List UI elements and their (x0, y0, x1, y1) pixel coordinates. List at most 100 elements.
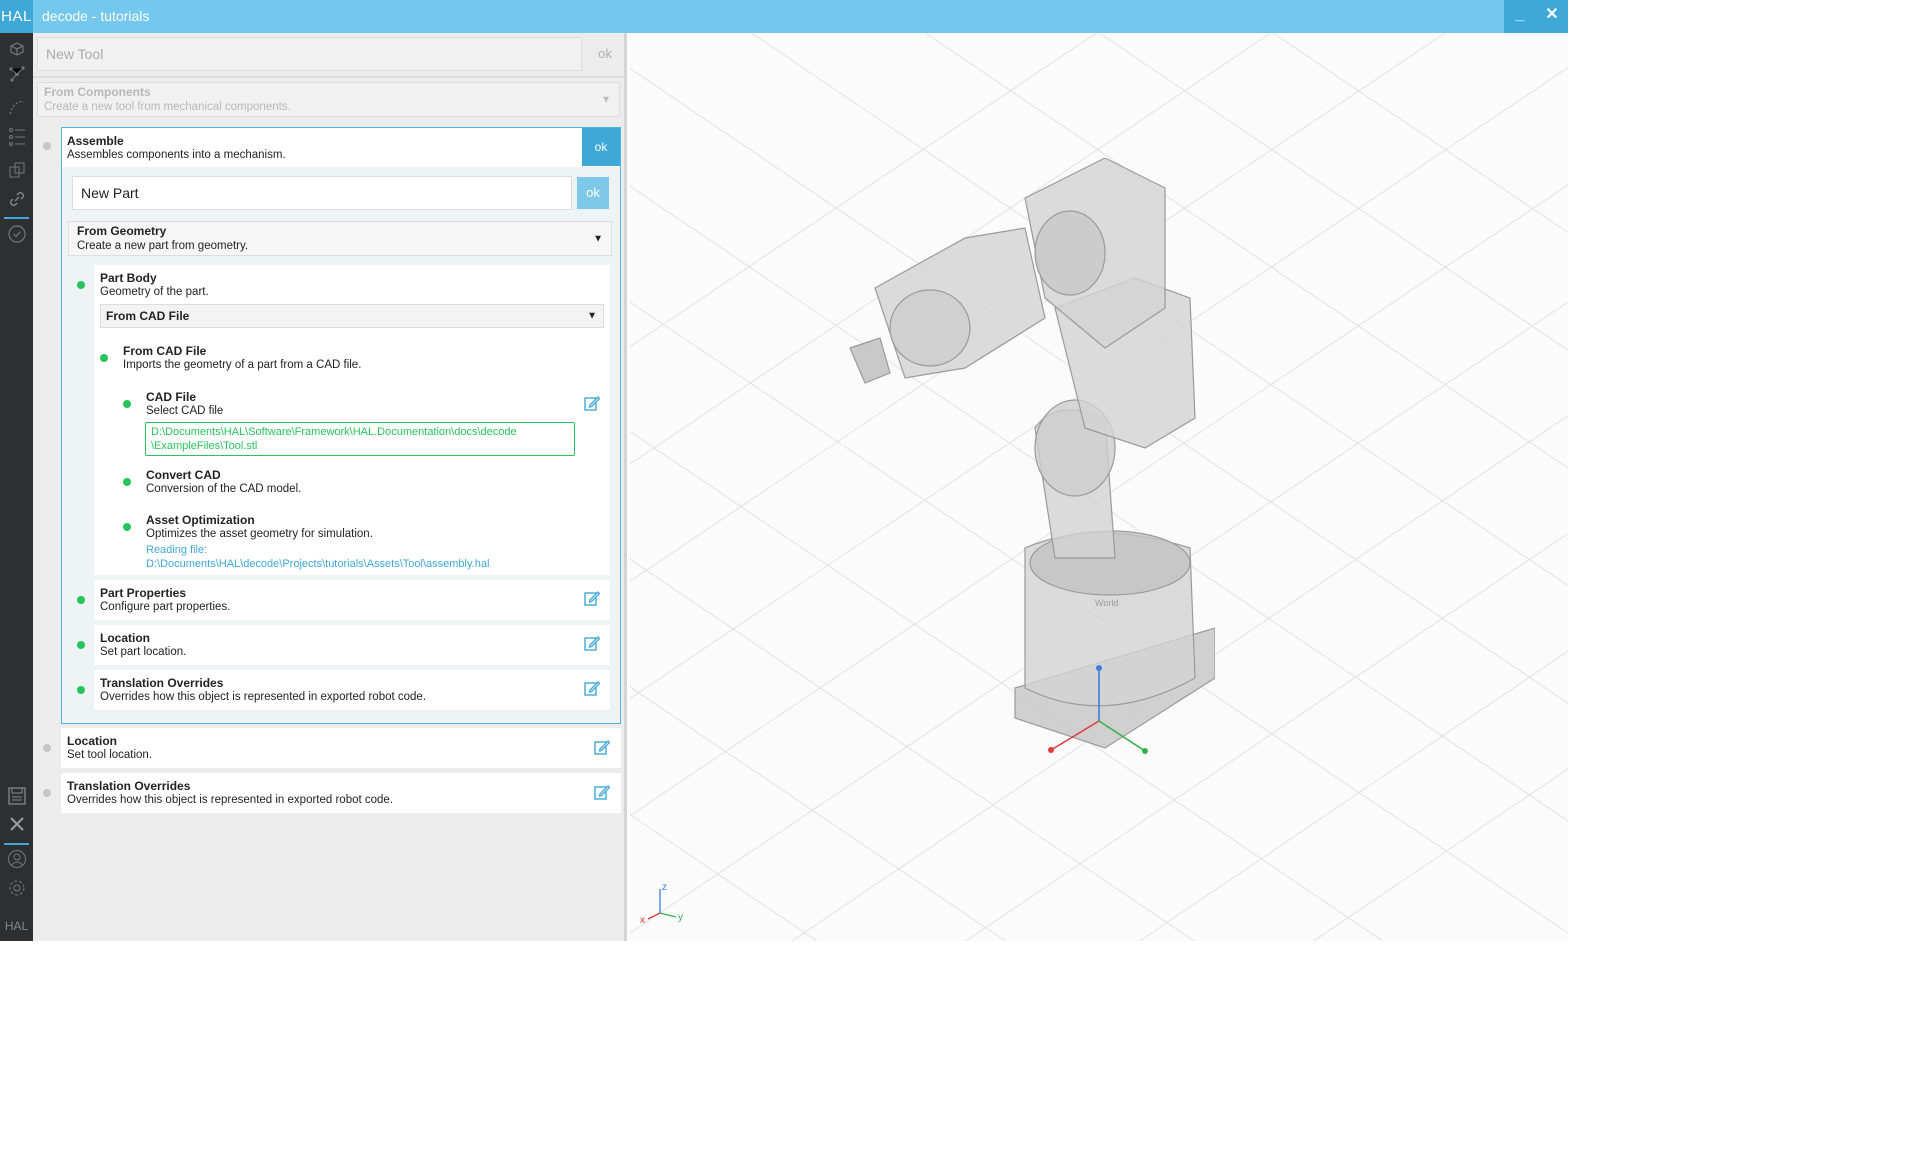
asset-optimization-status-dot (123, 523, 131, 531)
link-icon[interactable] (4, 190, 29, 214)
left-rail: HAL (0, 33, 33, 941)
hal-logo: HAL (0, 0, 33, 33)
robot-model: World (849, 158, 1215, 754)
asset-optimization-status-line2: D:\Documents\HAL\decode\Projects\tutoria… (146, 558, 490, 570)
edit-icon[interactable] (584, 590, 601, 606)
part-ok-button[interactable]: ok (577, 177, 609, 209)
edit-icon[interactable] (584, 680, 601, 696)
minimize-button[interactable]: _ (1504, 0, 1536, 33)
asset-optimization-status: Reading file: D:\Documents\HAL\decode\Pr… (146, 543, 489, 571)
part-body-description: Geometry of the part. (100, 286, 209, 298)
cad-import-status-dot (100, 354, 108, 362)
assemble-ok-button[interactable]: ok (582, 128, 620, 166)
edit-icon[interactable] (594, 784, 611, 800)
settings-icon[interactable] (4, 878, 29, 902)
part-overrides-description: Overrides how this object is represented… (100, 691, 427, 703)
components-icon[interactable] (4, 161, 29, 185)
chevron-down-icon: ▼ (593, 233, 603, 244)
cad-import-item: From CAD File Imports the geometry of a … (117, 338, 610, 378)
tool-overrides-description: Overrides how this object is represented… (67, 794, 394, 806)
edit-icon[interactable] (584, 635, 601, 651)
panel-divider (33, 76, 627, 78)
tool-overrides-status-dot (43, 789, 51, 797)
part-name-input[interactable]: New Part (72, 176, 572, 210)
edit-icon[interactable] (594, 739, 611, 755)
window-title: decode - tutorials (42, 8, 150, 24)
convert-cad-description: Conversion of the CAD model. (146, 483, 302, 495)
cad-file-path-line1: D:\Documents\HAL\Software\Framework\HAL.… (151, 426, 517, 438)
part-body-source-select[interactable]: From CAD File ▼ (100, 304, 604, 328)
rail-active-indicator (4, 217, 29, 219)
cad-file-description: Select CAD file (146, 405, 224, 417)
part-body-source-value: From CAD File (106, 309, 190, 323)
cad-file-path-line2: \ExampleFiles\Tool.stl (151, 440, 258, 452)
part-source-dropdown[interactable]: From Geometry Create a new part from geo… (68, 221, 612, 256)
cad-file-title: CAD File (146, 390, 197, 404)
chevron-down-icon: ▼ (601, 94, 611, 105)
save-icon[interactable] (4, 786, 29, 810)
part-location-status-dot (77, 641, 85, 649)
part-source-title: From Geometry (77, 224, 167, 238)
part-properties-item[interactable]: Part Properties Configure part propertie… (94, 580, 610, 620)
edit-icon[interactable] (584, 395, 601, 411)
tool-overrides-title: Translation Overrides (67, 779, 191, 793)
cad-import-title: From CAD File (123, 344, 207, 358)
asset-optimization-description: Optimizes the asset geometry for simulat… (146, 528, 373, 540)
assemble-section: Assemble Assembles components into a mec… (61, 127, 621, 724)
curve-icon[interactable] (4, 98, 29, 122)
3d-viewport[interactable]: World z y x (630, 33, 1568, 941)
axis-gizmo: z y x (640, 882, 683, 926)
tool-location-status-dot (43, 744, 51, 752)
cad-file-status-dot (123, 400, 131, 408)
properties-panel: New Tool ok From Components Create a new… (33, 33, 627, 941)
tool-source-dropdown[interactable]: From Components Create a new tool from m… (37, 82, 620, 117)
graph-icon[interactable] (4, 65, 29, 89)
tool-ok-button[interactable]: ok (587, 37, 623, 71)
tool-source-title: From Components (44, 85, 151, 99)
assemble-status-dot (43, 142, 51, 150)
part-location-title: Location (100, 631, 150, 645)
part-body-title: Part Body (100, 271, 157, 285)
cad-file-path[interactable]: D:\Documents\HAL\Software\Framework\HAL.… (145, 422, 575, 456)
part-overrides-title: Translation Overrides (100, 676, 224, 690)
axis-z-label: z (662, 882, 667, 893)
tool-location-description: Set tool location. (67, 749, 153, 761)
assemble-title: Assemble (67, 134, 124, 148)
axis-x-label: x (640, 915, 645, 926)
part-properties-description: Configure part properties. (100, 601, 231, 613)
rail-footer-logo: HAL (4, 919, 29, 933)
asset-optimization-title: Asset Optimization (146, 513, 255, 527)
part-source-description: Create a new part from geometry. (77, 240, 249, 252)
window-controls: _ ✕ (1504, 0, 1568, 33)
tool-location-item[interactable]: Location Set tool location. (61, 728, 621, 768)
tool-source-description: Create a new tool from mechanical compon… (44, 101, 291, 113)
asset-optimization-status-line1: Reading file: (146, 544, 208, 556)
part-properties-title: Part Properties (100, 586, 187, 600)
axis-y-label: y (678, 912, 683, 923)
check-icon[interactable] (4, 224, 29, 248)
cad-import-description: Imports the geometry of a part from a CA… (123, 359, 362, 371)
list-icon[interactable] (4, 127, 29, 151)
convert-cad-item: Convert CAD Conversion of the CAD model. (140, 462, 610, 502)
part-overrides-item[interactable]: Translation Overrides Overrides how this… (94, 670, 610, 710)
tool-name-input[interactable]: New Tool (37, 37, 582, 71)
part-body-status-dot (77, 281, 85, 289)
rail-divider (4, 843, 29, 845)
close-icon[interactable] (4, 815, 29, 839)
part-location-item[interactable]: Location Set part location. (94, 625, 610, 665)
convert-cad-status-dot (123, 478, 131, 486)
convert-cad-title: Convert CAD (146, 468, 221, 482)
tool-overrides-item[interactable]: Translation Overrides Overrides how this… (61, 773, 621, 813)
user-icon[interactable] (4, 849, 29, 873)
part-properties-status-dot (77, 596, 85, 604)
part-overrides-status-dot (77, 686, 85, 694)
chevron-down-icon: ▼ (587, 310, 597, 322)
part-location-description: Set part location. (100, 646, 187, 658)
asset-optimization-item: Asset Optimization Optimizes the asset g… (140, 507, 610, 575)
cube-icon[interactable] (4, 39, 29, 63)
tool-name-row: New Tool ok (37, 37, 623, 71)
close-window-button[interactable]: ✕ (1536, 0, 1568, 33)
assemble-header[interactable]: Assemble Assembles components into a mec… (62, 128, 620, 167)
tool-location-title: Location (67, 734, 117, 748)
title-bar: HAL decode - tutorials _ ✕ (0, 0, 1568, 33)
